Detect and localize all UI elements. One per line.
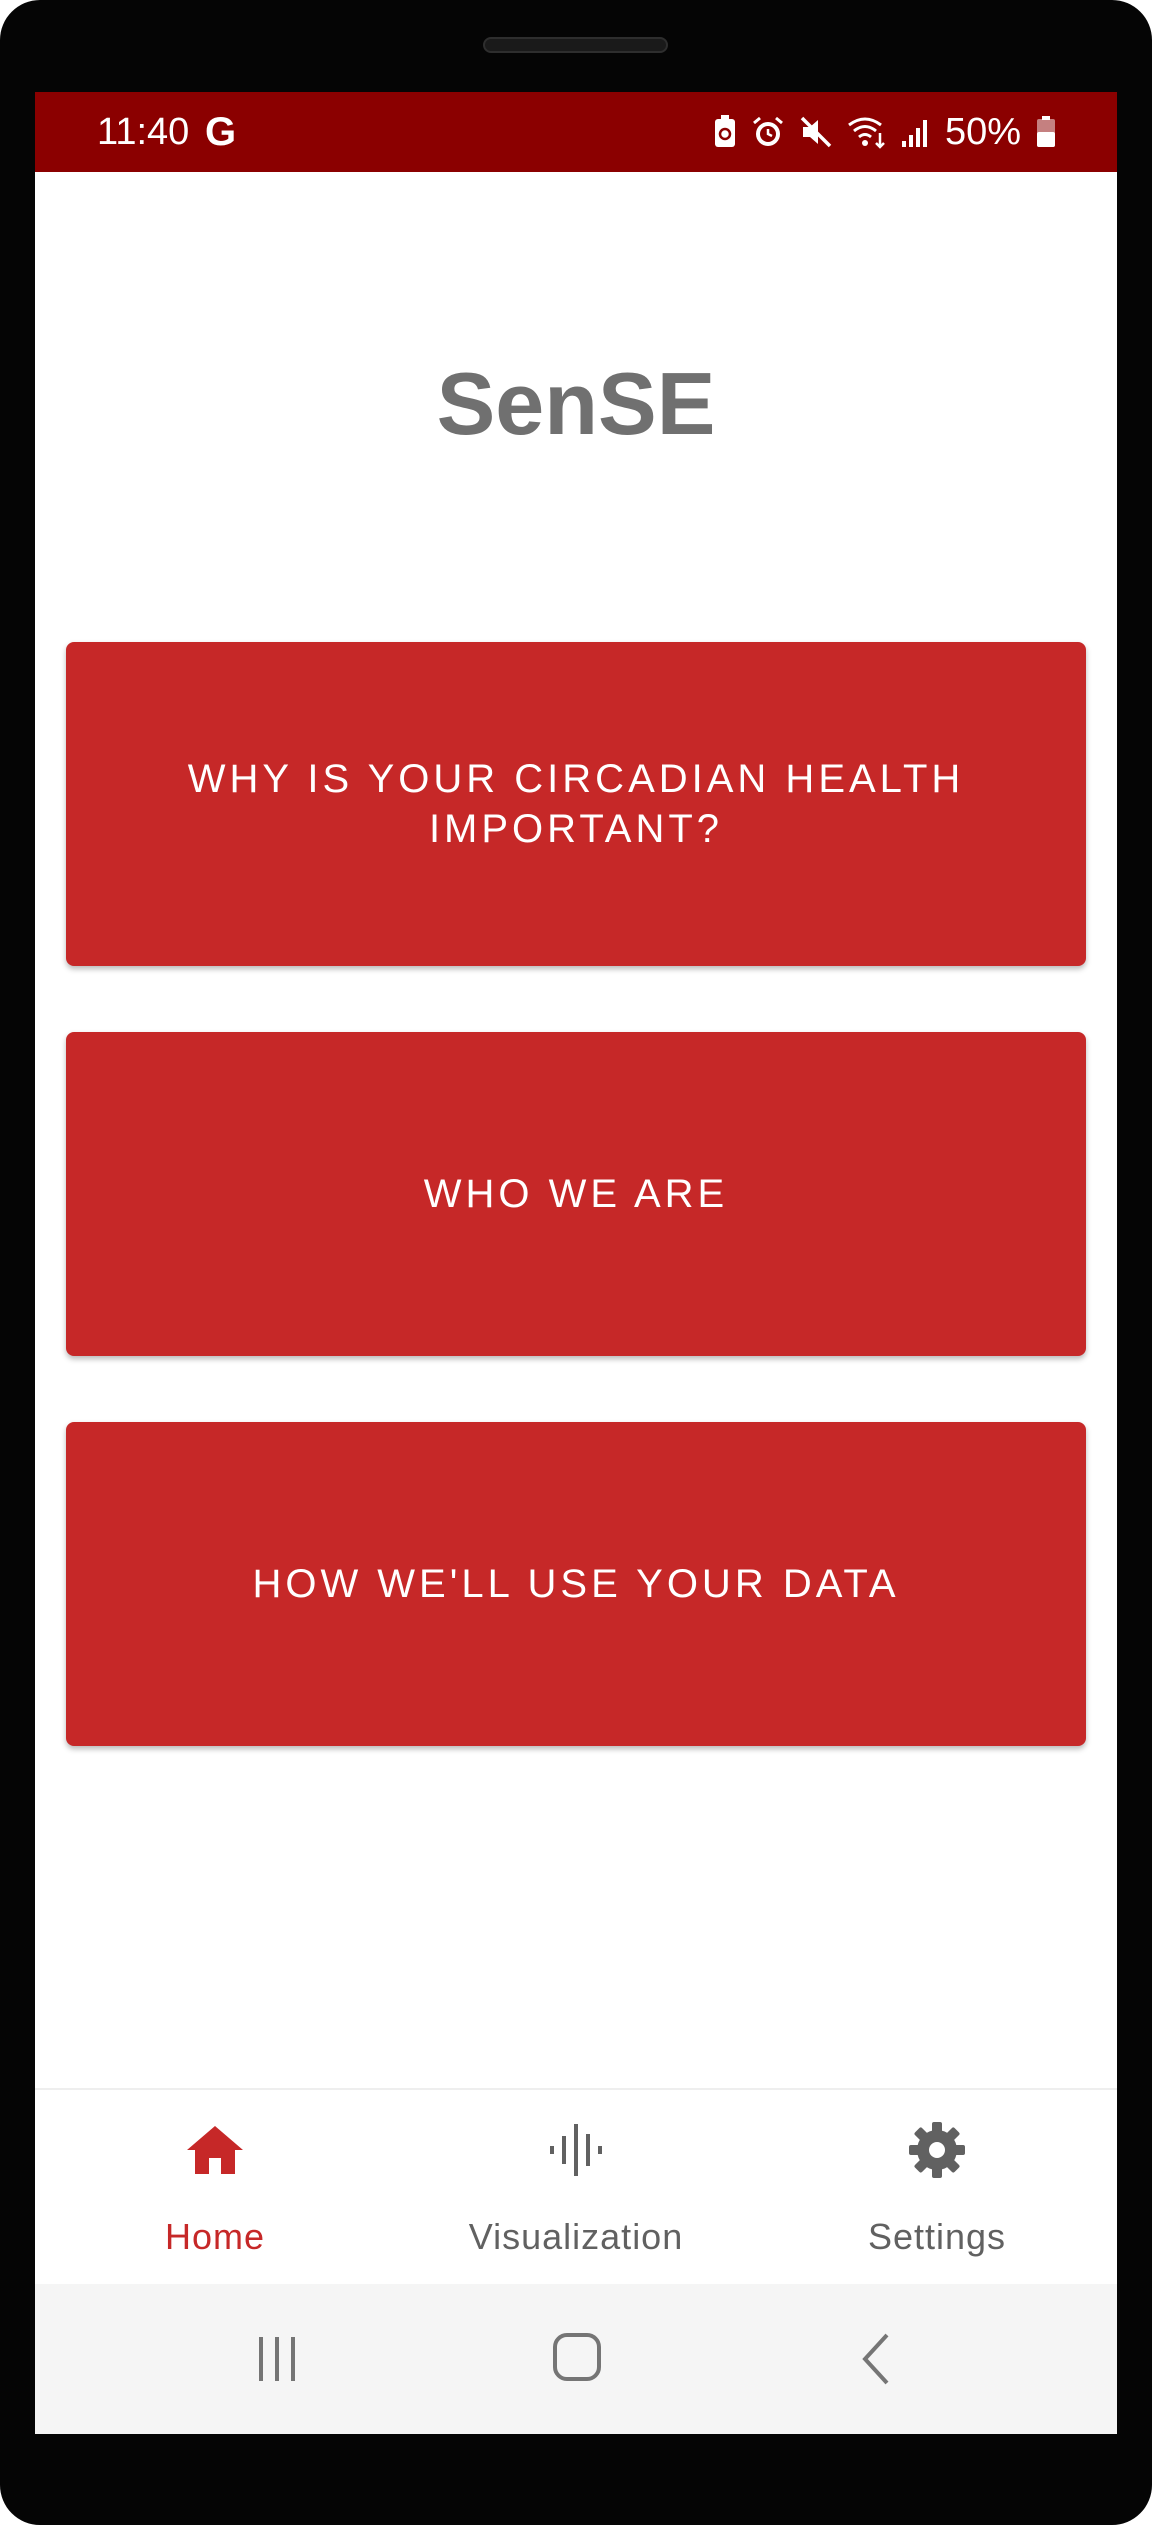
wifi-icon (847, 115, 887, 149)
app-title: SenSE (436, 354, 716, 453)
app-screen: 11:40 G 50% SenSE WHY IS YOUR CIRCADIAN … (35, 92, 1117, 2434)
data-usage-button[interactable]: HOW WE'LL USE YOUR DATA (66, 1422, 1086, 1746)
alarm-icon (751, 115, 785, 149)
recent-apps-icon[interactable] (237, 2329, 317, 2389)
nav-item-visualization[interactable]: Visualization (396, 2090, 756, 2286)
who-we-are-button[interactable]: WHO WE ARE (66, 1032, 1086, 1356)
gear-icon (907, 2120, 967, 2180)
phone-frame: 11:40 G 50% SenSE WHY IS YOUR CIRCADIAN … (0, 0, 1152, 2525)
home-system-icon[interactable] (537, 2329, 617, 2389)
nav-item-settings[interactable]: Settings (757, 2090, 1117, 2286)
nav-label-visualization: Visualization (468, 2216, 684, 2257)
circadian-health-button[interactable]: WHY IS YOUR CIRCADIAN HEALTH IMPORTANT? (66, 642, 1086, 966)
battery-saver-icon (713, 115, 737, 149)
nav-item-home[interactable]: Home (35, 2090, 395, 2286)
waveform-icon (546, 2120, 606, 2180)
bottom-navigation: Home Visualization Settings (35, 2088, 1117, 2284)
status-icons: 50% (713, 110, 1057, 154)
earpiece-speaker (483, 37, 668, 53)
nav-label-settings: Settings (867, 2216, 1007, 2257)
home-icon (185, 2120, 245, 2180)
mute-icon (799, 115, 833, 149)
status-time: 11:40 (97, 111, 190, 153)
battery-percent: 50% (944, 111, 1021, 153)
status-bar: 11:40 G 50% (35, 92, 1117, 172)
google-icon: G (205, 110, 237, 154)
nav-label-home: Home (164, 2216, 266, 2257)
back-icon[interactable] (837, 2329, 917, 2389)
battery-icon (1035, 115, 1057, 149)
system-navigation-bar (35, 2284, 1117, 2434)
signal-icon (901, 115, 931, 149)
